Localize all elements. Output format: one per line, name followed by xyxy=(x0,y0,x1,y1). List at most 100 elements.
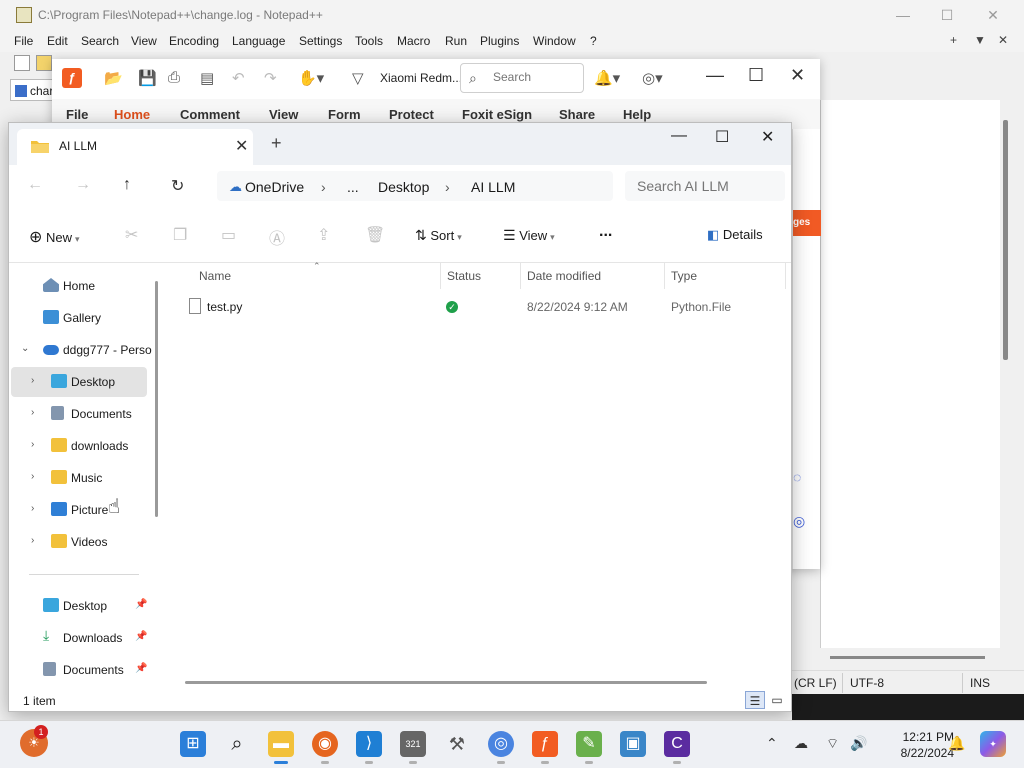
details-button[interactable]: ◧ Details xyxy=(707,227,763,243)
open-icon[interactable]: 📂 xyxy=(104,69,123,87)
column-divider[interactable] xyxy=(520,263,521,289)
table-row[interactable]: test.py ✓ 8/22/2024 9:12 AM Python.File xyxy=(165,295,791,319)
file-explorer-taskbar-icon[interactable]: ▬ xyxy=(268,731,294,764)
foxit-search-box[interactable]: ⌕ xyxy=(460,63,584,93)
sort-button[interactable]: ⇅ Sort ▾ xyxy=(415,227,462,244)
device-label[interactable]: Xiaomi Redm... xyxy=(380,71,462,85)
new-file-icon[interactable] xyxy=(14,55,30,71)
menu-macro[interactable]: Macro xyxy=(397,34,430,48)
share-icon[interactable]: ⇪ xyxy=(317,225,330,245)
nav-item-documents[interactable]: › Documents xyxy=(9,399,159,429)
breadcrumb[interactable]: ☁ OneDrive › ... Desktop › AI LLM xyxy=(217,171,613,201)
menu-help[interactable]: ? xyxy=(590,34,597,48)
wifi-icon[interactable]: ⌔ xyxy=(826,735,839,753)
column-divider[interactable] xyxy=(440,263,441,289)
scroll-thumb[interactable] xyxy=(830,656,985,659)
ai-assistant-icon[interactable]: ◎ xyxy=(793,513,805,530)
breadcrumb-onedrive[interactable]: OneDrive xyxy=(245,179,304,195)
menu-edit[interactable]: Edit xyxy=(47,34,68,48)
refresh-icon[interactable]: ↻ xyxy=(171,176,184,196)
rename-icon[interactable]: Ⓐ xyxy=(269,225,285,249)
nav-item-onedrive[interactable]: ⌄ ddgg777 - Perso xyxy=(9,335,159,365)
copilot-icon[interactable]: ✦ xyxy=(980,731,1006,757)
column-divider[interactable] xyxy=(785,263,786,289)
tab-list-button[interactable]: ▼ xyxy=(974,33,986,47)
vscode-icon[interactable]: ⟩ xyxy=(356,731,382,764)
cut-icon[interactable]: ✂ xyxy=(125,225,138,245)
up-arrow-icon[interactable]: ↑ xyxy=(123,176,131,194)
ribbon-tab-share[interactable]: Share xyxy=(559,107,595,122)
chat-icon[interactable]: ◌ xyxy=(793,469,801,485)
details-view-icon[interactable]: ☰ xyxy=(745,691,765,709)
paste-icon[interactable]: ▭ xyxy=(221,225,236,245)
account-icon[interactable]: ◎▾ xyxy=(642,69,663,87)
tools-icon[interactable]: ⚒ xyxy=(444,731,470,757)
chevron-up-icon[interactable]: ⌃ xyxy=(766,735,778,752)
foxit-search-input[interactable] xyxy=(493,70,577,84)
undo-icon[interactable]: ↶ xyxy=(232,69,245,87)
notepadpp-editor[interactable] xyxy=(820,100,1000,648)
ribbon-tab-help[interactable]: Help xyxy=(623,107,651,122)
explorer-search-box[interactable] xyxy=(625,171,785,201)
firefox-icon[interactable]: ◉ xyxy=(312,731,338,764)
menu-window[interactable]: Window xyxy=(533,34,576,48)
save-icon[interactable]: 💾 xyxy=(138,69,157,87)
forward-arrow-icon[interactable]: → xyxy=(75,176,91,194)
minimize-button[interactable]: — xyxy=(888,5,918,25)
more-options-button[interactable]: ... xyxy=(599,223,612,241)
nav-item-downloads[interactable]: › downloads xyxy=(9,431,159,461)
column-header-type[interactable]: Type xyxy=(671,269,697,283)
open-file-icon[interactable] xyxy=(36,55,52,71)
column-header-name[interactable]: Name xyxy=(199,269,231,283)
system-clock[interactable]: 12:21 PM 8/22/2024 xyxy=(874,729,954,761)
nav-item-music[interactable]: › Music xyxy=(9,463,159,493)
file-name[interactable]: test.py xyxy=(207,300,242,314)
close-tab-icon[interactable]: ✕ xyxy=(235,136,248,156)
notepadpp-taskbar-icon[interactable]: ✎ xyxy=(576,731,602,764)
menu-file[interactable]: File xyxy=(14,34,33,48)
pin-icon[interactable]: 📌 xyxy=(135,599,147,610)
column-divider[interactable] xyxy=(664,263,665,289)
close-doc-button[interactable]: ✕ xyxy=(998,33,1008,47)
breadcrumb-ai-llm[interactable]: AI LLM xyxy=(471,179,515,195)
device-dropdown-icon[interactable]: ▽ xyxy=(352,69,364,87)
calendar-app-icon[interactable]: 321 xyxy=(400,731,426,764)
foxit-minimize-button[interactable]: — xyxy=(706,65,724,86)
ribbon-tab-comment[interactable]: Comment xyxy=(180,107,240,122)
start-windows-icon[interactable]: ⊞ xyxy=(180,731,206,757)
redo-icon[interactable]: ↷ xyxy=(264,69,277,87)
pin-icon[interactable]: 📌 xyxy=(135,631,147,642)
chrome-icon[interactable]: ◎ xyxy=(488,731,514,764)
menu-plugins[interactable]: Plugins xyxy=(480,34,519,48)
volume-icon[interactable]: 🔊 xyxy=(850,735,867,752)
new-tab-button[interactable]: + xyxy=(950,33,957,47)
ribbon-tab-esign[interactable]: Foxit eSign xyxy=(462,107,532,122)
breadcrumb-overflow[interactable]: ... xyxy=(347,179,359,195)
menu-language[interactable]: Language xyxy=(232,34,285,48)
view-button[interactable]: ☰ View ▾ xyxy=(503,227,555,244)
ribbon-tab-form[interactable]: Form xyxy=(328,107,361,122)
menu-tools[interactable]: Tools xyxy=(355,34,383,48)
copy-icon[interactable]: ❐ xyxy=(173,225,187,245)
menu-encoding[interactable]: Encoding xyxy=(169,34,219,48)
remote-desktop-icon[interactable]: ▣ xyxy=(620,731,646,757)
editor-vertical-scrollbar[interactable] xyxy=(1000,100,1016,660)
hand-tool-icon[interactable]: ✋▾ xyxy=(298,69,324,87)
scan-icon[interactable]: ▤ xyxy=(200,69,214,87)
explorer-maximize-button[interactable]: ☐ xyxy=(715,127,729,147)
nav-item-gallery[interactable]: Gallery xyxy=(9,303,159,333)
app-c-icon[interactable]: C xyxy=(664,731,690,764)
search-icon[interactable]: ⌕ xyxy=(224,731,250,757)
foxit-close-button[interactable]: ✕ xyxy=(790,65,805,86)
nav-item-home[interactable]: Home xyxy=(9,271,159,301)
menu-run[interactable]: Run xyxy=(445,34,467,48)
ribbon-tab-home[interactable]: Home xyxy=(114,107,150,122)
nav-item-videos[interactable]: › Videos xyxy=(9,527,159,557)
breadcrumb-desktop[interactable]: Desktop xyxy=(378,179,429,195)
weather-widget-icon[interactable]: ☀ 1 xyxy=(20,725,48,757)
menu-search[interactable]: Search xyxy=(81,34,119,48)
quick-access-downloads[interactable]: ⤓ Downloads 📌 xyxy=(9,623,159,653)
column-header-date[interactable]: Date modified xyxy=(527,269,601,283)
nav-item-desktop[interactable]: › Desktop xyxy=(11,367,147,397)
menu-settings[interactable]: Settings xyxy=(299,34,342,48)
